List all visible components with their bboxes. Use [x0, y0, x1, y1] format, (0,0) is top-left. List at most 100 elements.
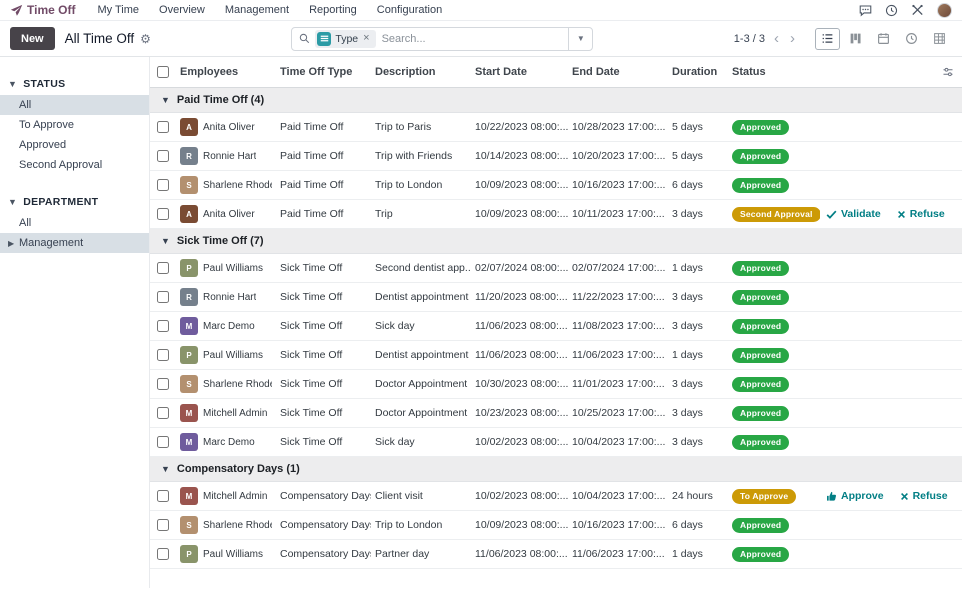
menu-item-reporting[interactable]: Reporting: [309, 4, 357, 16]
employee-avatar: A: [180, 118, 198, 136]
table-row[interactable]: S Sharlene Rhodes Compensatory Days Trip…: [150, 511, 962, 540]
group-label: Paid Time Off (4): [176, 94, 265, 106]
row-checkbox[interactable]: [157, 349, 169, 361]
menu-item-my-time[interactable]: My Time: [97, 4, 139, 16]
time-off-type-cell: Sick Time Off: [280, 291, 343, 303]
sidebar-item-second-approval[interactable]: Second Approval: [0, 155, 149, 175]
messages-icon[interactable]: [859, 4, 872, 17]
sidebar-item-label: Management: [19, 237, 84, 249]
user-avatar[interactable]: [937, 2, 952, 18]
duration-cell: 5 days: [672, 150, 703, 162]
column-header-duration[interactable]: Duration: [668, 66, 728, 78]
tools-icon[interactable]: [911, 4, 924, 17]
row-checkbox[interactable]: [157, 121, 169, 133]
row-checkbox[interactable]: [157, 436, 169, 448]
description-cell: Dentist appointment: [375, 349, 469, 361]
column-header-status[interactable]: Status: [728, 66, 820, 78]
group-caret-icon: ▼: [161, 95, 170, 105]
activity-view-button[interactable]: [899, 28, 924, 50]
pager-next-icon[interactable]: ›: [788, 31, 797, 46]
pager: 1-3 / 3 ‹ ›: [734, 31, 797, 46]
calendar-view-button[interactable]: [871, 28, 896, 50]
employee-avatar: R: [180, 147, 198, 165]
table-row[interactable]: A Anita Oliver Paid Time Off Trip to Par…: [150, 113, 962, 142]
sidebar-item-label: To Approve: [19, 119, 75, 131]
optional-columns-icon[interactable]: [942, 66, 954, 78]
group-header-row[interactable]: ▼ Compensatory Days (1): [150, 457, 962, 482]
table-row[interactable]: S Sharlene Rhodes Paid Time Off Trip to …: [150, 171, 962, 200]
sidebar-item-to-approve[interactable]: To Approve: [0, 115, 149, 135]
facet-remove-icon[interactable]: ×: [362, 33, 370, 44]
table-row[interactable]: A Anita Oliver Paid Time Off Trip 10/09/…: [150, 200, 962, 229]
row-checkbox[interactable]: [157, 548, 169, 560]
pager-range[interactable]: 1-3 / 3: [734, 33, 765, 45]
search-dropdown-icon[interactable]: ▼: [568, 27, 592, 50]
row-checkbox[interactable]: [157, 208, 169, 220]
sidebar-item-all-department[interactable]: All: [0, 213, 149, 233]
description-cell: Doctor Appointment: [375, 407, 468, 419]
section-title: STATUS: [23, 78, 66, 90]
column-header-time-off-type[interactable]: Time Off Type: [276, 66, 371, 78]
kanban-view-button[interactable]: [843, 28, 868, 50]
department-section-header[interactable]: ▼ DEPARTMENT: [0, 193, 149, 213]
check-icon: [826, 210, 837, 219]
row-checkbox[interactable]: [157, 320, 169, 332]
search-input[interactable]: [375, 32, 569, 45]
row-checkbox[interactable]: [157, 291, 169, 303]
row-checkbox[interactable]: [157, 262, 169, 274]
group-caret-icon: ▼: [161, 464, 170, 474]
approve-button[interactable]: Approve: [826, 490, 884, 502]
table-row[interactable]: P Paul Williams Sick Time Off Second den…: [150, 254, 962, 283]
column-header-employees[interactable]: Employees: [176, 66, 276, 78]
start-date-cell: 11/06/2023 08:00:...: [475, 548, 568, 560]
employee-name: Marc Demo: [203, 320, 255, 332]
employee-avatar: R: [180, 288, 198, 306]
duration-cell: 3 days: [672, 378, 703, 390]
column-header-start-date[interactable]: Start Date: [471, 66, 568, 78]
column-header-end-date[interactable]: End Date: [568, 66, 668, 78]
table-row[interactable]: P Paul Williams Compensatory Days Partne…: [150, 540, 962, 569]
column-header-description[interactable]: Description: [371, 66, 471, 78]
grid-view-button[interactable]: [927, 28, 952, 50]
row-checkbox[interactable]: [157, 150, 169, 162]
menu-item-management[interactable]: Management: [225, 4, 289, 16]
sidebar-item-all-status[interactable]: All: [0, 95, 149, 115]
table-row[interactable]: M Mitchell Admin Compensatory Days Clien…: [150, 482, 962, 511]
row-checkbox[interactable]: [157, 179, 169, 191]
validate-button[interactable]: Validate: [826, 208, 881, 220]
cross-icon: [900, 492, 908, 500]
kanban-icon: [850, 33, 861, 44]
refuse-button[interactable]: Refuse: [900, 490, 948, 502]
status-section-header[interactable]: ▼ STATUS: [0, 75, 149, 95]
sidebar-item-approved[interactable]: Approved: [0, 135, 149, 155]
select-all-checkbox[interactable]: [157, 66, 169, 78]
table-row[interactable]: P Paul Williams Sick Time Off Dentist ap…: [150, 341, 962, 370]
employee-name: Sharlene Rhodes: [203, 378, 272, 390]
menu-item-configuration[interactable]: Configuration: [377, 4, 442, 16]
table-row[interactable]: R Ronnie Hart Sick Time Off Dentist appo…: [150, 283, 962, 312]
row-actions: Validate Refuse: [820, 208, 962, 220]
row-checkbox[interactable]: [157, 407, 169, 419]
row-checkbox[interactable]: [157, 519, 169, 531]
group-header-row[interactable]: ▼ Paid Time Off (4): [150, 88, 962, 113]
table-row[interactable]: R Ronnie Hart Paid Time Off Trip with Fr…: [150, 142, 962, 171]
gear-icon[interactable]: ⚙: [140, 32, 151, 46]
sidebar-item-management[interactable]: ▶ Management: [0, 233, 149, 253]
group-header-row[interactable]: ▼ Sick Time Off (7): [150, 229, 962, 254]
app-brand[interactable]: Time Off: [10, 3, 75, 17]
activities-clock-icon[interactable]: [885, 4, 898, 17]
refuse-button[interactable]: Refuse: [897, 208, 945, 220]
description-cell: Trip: [375, 208, 393, 220]
table-row[interactable]: M Marc Demo Sick Time Off Sick day 11/06…: [150, 312, 962, 341]
new-button[interactable]: New: [10, 27, 55, 50]
list-view-button[interactable]: [814, 27, 840, 50]
pager-previous-icon[interactable]: ‹: [772, 31, 781, 46]
search-bar[interactable]: Type × ▼: [291, 26, 594, 51]
table-row[interactable]: M Mitchell Admin Sick Time Off Doctor Ap…: [150, 399, 962, 428]
search-facet-type[interactable]: Type ×: [315, 29, 376, 48]
row-checkbox[interactable]: [157, 378, 169, 390]
row-checkbox[interactable]: [157, 490, 169, 502]
table-row[interactable]: S Sharlene Rhodes Sick Time Off Doctor A…: [150, 370, 962, 399]
menu-item-overview[interactable]: Overview: [159, 4, 205, 16]
table-row[interactable]: M Marc Demo Sick Time Off Sick day 10/02…: [150, 428, 962, 457]
